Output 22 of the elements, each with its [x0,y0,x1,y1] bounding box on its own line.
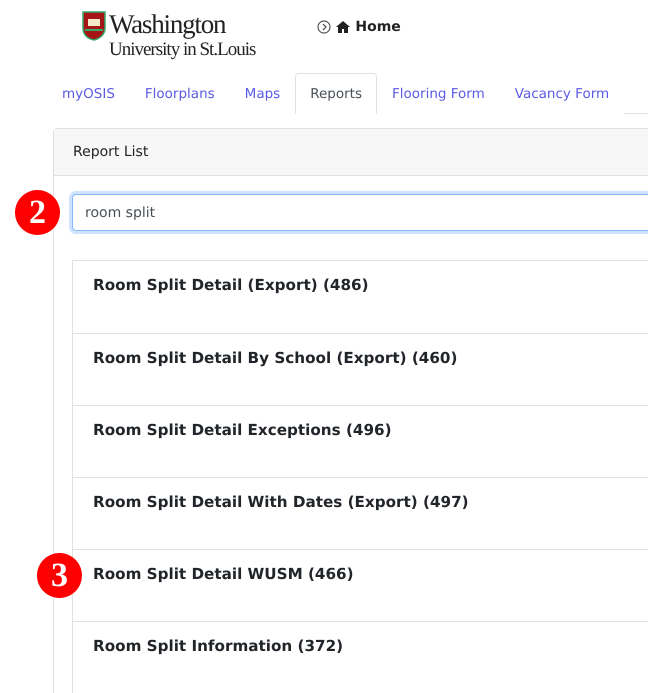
logo-title: Washington [109,11,227,38]
panel-title: Report List [73,144,148,160]
report-item[interactable]: Room Split Detail (Export) (486) [73,261,648,333]
step-badge: 2 [15,190,60,235]
report-title: Room Split Detail Exceptions (496) [93,421,392,439]
report-item[interactable]: Room Split Detail By School (Export) (460) [73,333,648,405]
search-field[interactable]: room split [72,194,648,231]
report-item[interactable]: Room Split Detail With Dates (Export) (497) [73,477,648,549]
report-title: Room Split Detail WUSM (466) [93,565,354,583]
breadcrumb-link[interactable]: Home [355,19,401,35]
crest-icon [82,11,106,41]
report-title: Room Split Detail (Export) (486) [93,276,369,294]
report-item[interactable]: Room Split Information (372) [73,621,648,693]
report-title: Room Split Detail By School (Export) (460) [93,349,458,367]
report-title: Room Split Detail With Dates (Export) (497) [93,493,469,511]
logo-subtitle: University in St.Louis [109,40,256,59]
nav-tab[interactable]: Reports [295,73,377,114]
home-icon[interactable] [335,20,352,34]
chevron-circle-icon [317,20,332,34]
report-title: Room Split Information (372) [93,637,344,655]
step-badge: 3 [37,553,82,598]
report-item[interactable]: Room Split Detail Exceptions (496) [73,405,648,477]
